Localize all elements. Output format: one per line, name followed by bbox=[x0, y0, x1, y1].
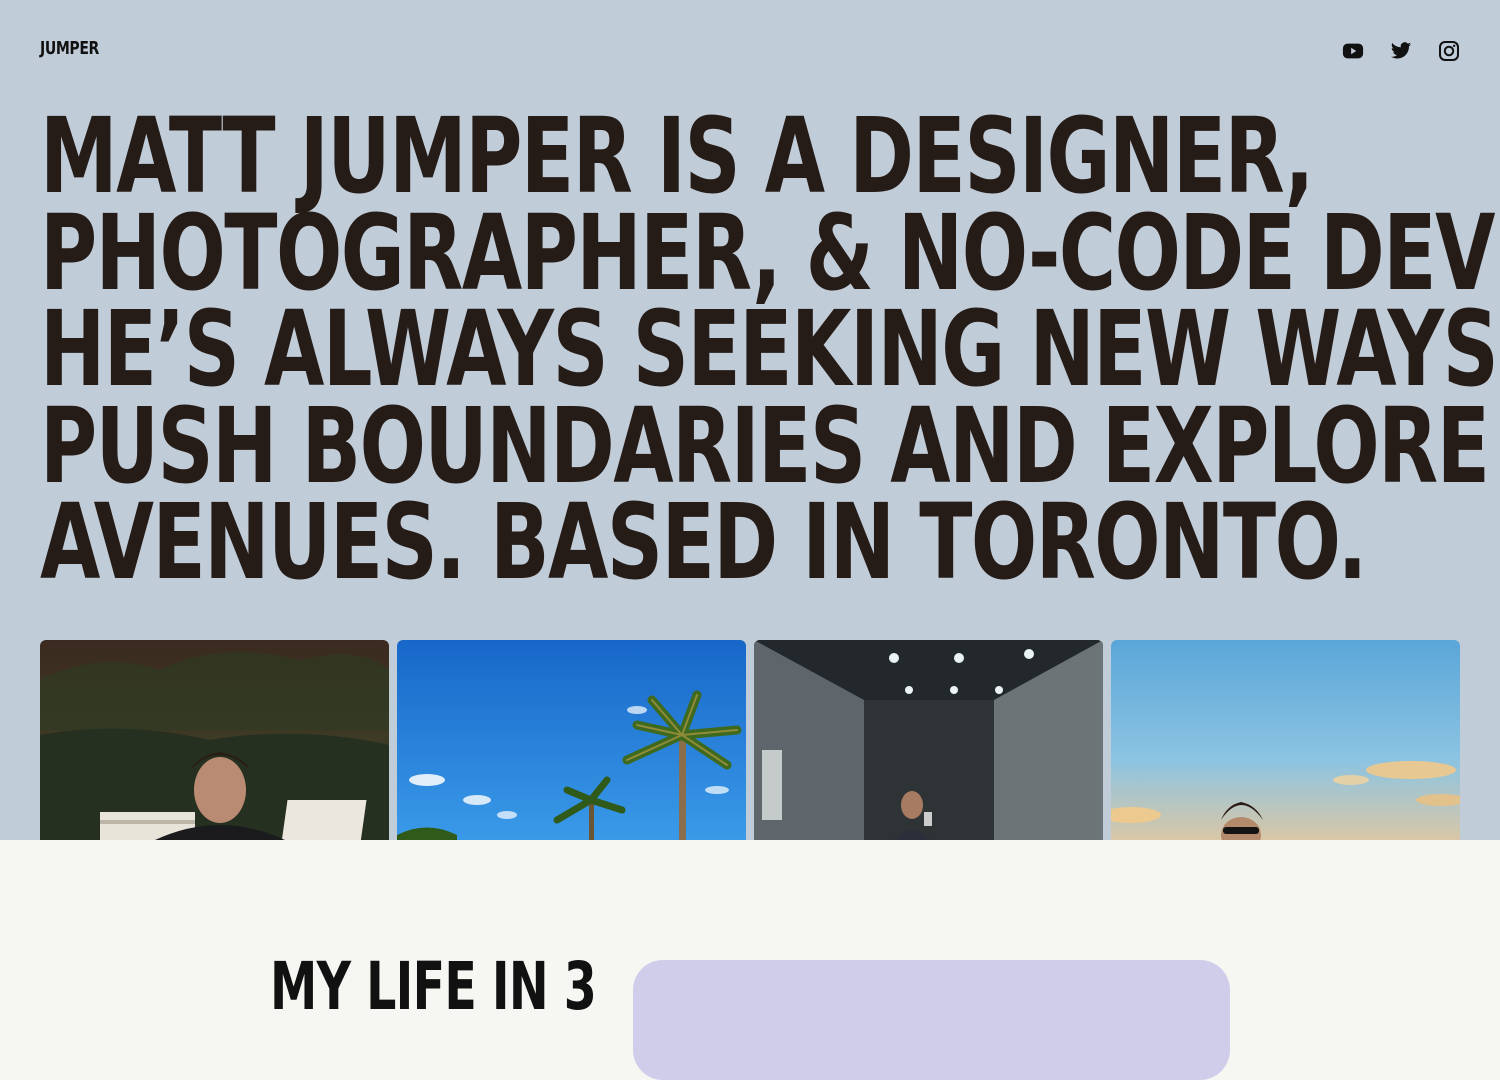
headline-line: PHOTOGRAPHER, & NO-CODE DEVELOPER. bbox=[40, 191, 1500, 314]
hero-section: JUMPER MATT JUMPER IS A DESIGNER, PHOTOG… bbox=[0, 0, 1500, 840]
instagram-link[interactable] bbox=[1438, 40, 1460, 62]
site-logo[interactable]: JUMPER bbox=[40, 38, 99, 59]
section-title: MY LIFE IN 3 bbox=[270, 948, 597, 1025]
headline-line: PUSH BOUNDARIES AND EXPLORE NEW bbox=[40, 384, 1500, 507]
headline-line: MATT JUMPER IS A DESIGNER, bbox=[40, 95, 1314, 217]
youtube-link[interactable] bbox=[1342, 40, 1364, 62]
photo-strip bbox=[40, 640, 1460, 840]
instagram-icon bbox=[1439, 41, 1459, 61]
photo-elevator[interactable] bbox=[754, 640, 1103, 840]
headline-line: AVENUES. BASED IN TORONTO. bbox=[40, 481, 1367, 603]
photo-portrait-pool[interactable] bbox=[40, 640, 389, 840]
twitter-icon bbox=[1390, 42, 1412, 59]
twitter-link[interactable] bbox=[1390, 40, 1412, 62]
headline-line: HE’S ALWAYS SEEKING NEW WAYS TO bbox=[40, 288, 1500, 410]
youtube-icon bbox=[1342, 43, 1364, 59]
life-section: MY LIFE IN 3 bbox=[0, 840, 1500, 1080]
hero-headline: MATT JUMPER IS A DESIGNER, PHOTOGRAPHER,… bbox=[40, 95, 1500, 603]
photo-palm-trees[interactable] bbox=[397, 640, 746, 840]
feature-card bbox=[633, 960, 1230, 1080]
social-links bbox=[1342, 40, 1460, 62]
photo-sunset[interactable] bbox=[1111, 640, 1460, 840]
